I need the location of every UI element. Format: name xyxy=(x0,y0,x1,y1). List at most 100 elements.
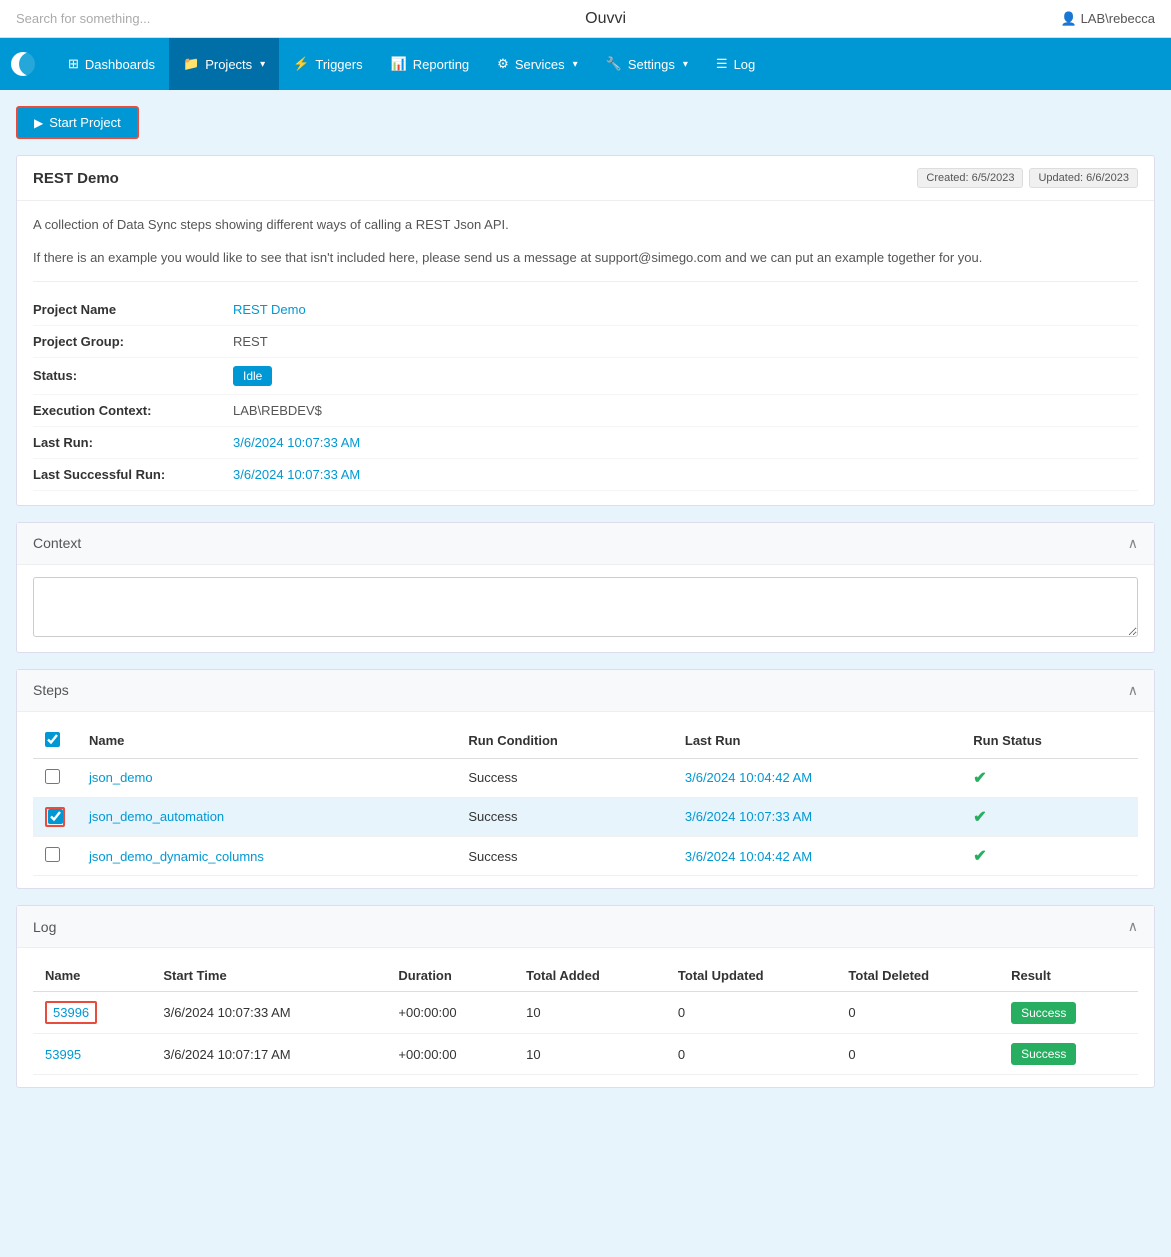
col-last-run: Last Run xyxy=(673,724,961,759)
chevron-down-icon-services: ▾ xyxy=(573,59,578,70)
context-section-header[interactable]: Context ∧ xyxy=(17,523,1154,565)
folder-icon: 📁 xyxy=(183,56,199,72)
project-badges: Created: 6/5/2023 Updated: 6/6/2023 xyxy=(917,168,1138,188)
log-row-1-total-deleted: 0 xyxy=(836,992,999,1034)
log-row-1-start-time: 3/6/2024 10:07:33 AM xyxy=(151,992,386,1034)
info-row-status: Status: Idle xyxy=(33,358,1138,395)
chart-icon: 📊 xyxy=(391,56,407,72)
log-row-2-duration: +00:00:00 xyxy=(386,1034,514,1075)
log-col-total-added: Total Added xyxy=(514,960,666,992)
nav-log[interactable]: ☰ Log xyxy=(702,38,769,90)
project-card-header: REST Demo Created: 6/5/2023 Updated: 6/6… xyxy=(17,156,1154,201)
log-col-start-time: Start Time xyxy=(151,960,386,992)
table-row: json_demo_dynamic_columns Success 3/6/20… xyxy=(33,837,1138,876)
steps-section: Steps ∧ Name Run Condition Last Run Run … xyxy=(16,669,1155,890)
search-input[interactable]: Search for something... xyxy=(16,11,150,26)
main-content: ▶ Start Project REST Demo Created: 6/5/2… xyxy=(0,90,1171,1120)
step-3-name[interactable]: json_demo_dynamic_columns xyxy=(77,837,456,876)
nav-projects[interactable]: 📁 Projects ▾ xyxy=(169,38,279,90)
steps-table: Name Run Condition Last Run Run Status j… xyxy=(33,724,1138,877)
log-row-1-duration: +00:00:00 xyxy=(386,992,514,1034)
project-title: REST Demo xyxy=(33,170,119,187)
updated-badge: Updated: 6/6/2023 xyxy=(1029,168,1138,188)
step-2-name[interactable]: json_demo_automation xyxy=(77,797,456,837)
last-successful-run-value[interactable]: 3/6/2024 10:07:33 AM xyxy=(233,467,360,482)
last-run-value[interactable]: 3/6/2024 10:07:33 AM xyxy=(233,435,360,450)
select-all-checkbox[interactable] xyxy=(45,732,60,747)
step-2-status: ✔ xyxy=(961,797,1138,837)
status-badge: Idle xyxy=(233,366,272,386)
log-chevron-up-icon: ∧ xyxy=(1128,918,1138,935)
step-2-run-condition: Success xyxy=(456,797,673,837)
nav-triggers[interactable]: ⚡ Triggers xyxy=(279,38,376,90)
step-3-status: ✔ xyxy=(961,837,1138,876)
check-icon: ✔ xyxy=(973,770,986,787)
start-project-button[interactable]: ▶ Start Project xyxy=(16,106,139,139)
log-row-2-total-deleted: 0 xyxy=(836,1034,999,1075)
steps-section-header[interactable]: Steps ∧ xyxy=(17,670,1154,712)
check-icon-2: ✔ xyxy=(973,809,986,826)
step-2-last-run[interactable]: 3/6/2024 10:07:33 AM xyxy=(673,797,961,837)
nav-settings[interactable]: 🔧 Settings ▾ xyxy=(592,38,702,90)
check-icon-3: ✔ xyxy=(973,848,986,865)
step-2-checkbox-highlighted[interactable] xyxy=(45,807,65,827)
table-row: json_demo_automation Success 3/6/2024 10… xyxy=(33,797,1138,837)
log-col-name: Name xyxy=(33,960,151,992)
log-row-2-result: Success xyxy=(999,1034,1138,1075)
log-section-body: Name Start Time Duration Total Added Tot… xyxy=(17,948,1154,1087)
list-icon: ☰ xyxy=(716,56,728,72)
col-checkbox xyxy=(33,724,77,759)
play-icon: ▶ xyxy=(34,116,43,130)
info-row-project-group: Project Group: REST xyxy=(33,326,1138,358)
context-section-body xyxy=(17,565,1154,652)
app-title: Ouvvi xyxy=(585,10,626,28)
result-success-badge: Success xyxy=(1011,1002,1076,1024)
info-row-project-name: Project Name REST Demo xyxy=(33,294,1138,326)
log-row-1-total-updated: 0 xyxy=(666,992,836,1034)
log-section: Log ∧ Name Start Time Duration Total Add… xyxy=(16,905,1155,1088)
info-row-last-successful-run: Last Successful Run: 3/6/2024 10:07:33 A… xyxy=(33,459,1138,491)
log-row-1-id[interactable]: 53996 xyxy=(33,992,151,1034)
step-3-last-run[interactable]: 3/6/2024 10:04:42 AM xyxy=(673,837,961,876)
step-1-last-run[interactable]: 3/6/2024 10:04:42 AM xyxy=(673,758,961,797)
step-3-run-condition: Success xyxy=(456,837,673,876)
log-section-header[interactable]: Log ∧ xyxy=(17,906,1154,948)
project-group-value: REST xyxy=(233,334,268,349)
nav-services[interactable]: ⚙ Services ▾ xyxy=(483,38,592,90)
nav-bar: ⊞ Dashboards 📁 Projects ▾ ⚡ Triggers 📊 R… xyxy=(0,38,1171,90)
log-row-2-start-time: 3/6/2024 10:07:17 AM xyxy=(151,1034,386,1075)
nav-dashboards[interactable]: ⊞ Dashboards xyxy=(54,38,169,90)
log-col-duration: Duration xyxy=(386,960,514,992)
chevron-down-icon-settings: ▾ xyxy=(683,59,688,70)
step-3-checkbox[interactable] xyxy=(45,847,60,862)
project-description-2: If there is an example you would like to… xyxy=(33,248,1138,269)
steps-section-body: Name Run Condition Last Run Run Status j… xyxy=(17,712,1154,889)
log-row-1-total-added: 10 xyxy=(514,992,666,1034)
grid-icon: ⊞ xyxy=(68,56,79,72)
context-section: Context ∧ xyxy=(16,522,1155,653)
log-col-result: Result xyxy=(999,960,1138,992)
context-section-title: Context xyxy=(33,535,81,551)
step-1-checkbox[interactable] xyxy=(45,769,60,784)
log-col-total-deleted: Total Deleted xyxy=(836,960,999,992)
log-row: 53996 3/6/2024 10:07:33 AM +00:00:00 10 … xyxy=(33,992,1138,1034)
col-run-status: Run Status xyxy=(961,724,1138,759)
step-2-checkbox[interactable] xyxy=(48,809,63,824)
steps-chevron-up-icon: ∧ xyxy=(1128,682,1138,699)
chevron-down-icon: ▾ xyxy=(260,59,265,70)
context-textarea[interactable] xyxy=(33,577,1138,637)
log-row-1-result: Success xyxy=(999,992,1138,1034)
app-logo[interactable] xyxy=(8,45,46,83)
info-row-execution-context: Execution Context: LAB\REBDEV$ xyxy=(33,395,1138,427)
nav-reporting[interactable]: 📊 Reporting xyxy=(377,38,484,90)
step-1-status: ✔ xyxy=(961,758,1138,797)
log-id-highlighted[interactable]: 53996 xyxy=(45,1001,97,1024)
project-name-value[interactable]: REST Demo xyxy=(233,302,306,317)
info-row-last-run: Last Run: 3/6/2024 10:07:33 AM xyxy=(33,427,1138,459)
log-row-2-total-added: 10 xyxy=(514,1034,666,1075)
steps-section-title: Steps xyxy=(33,682,69,698)
step-1-name[interactable]: json_demo xyxy=(77,758,456,797)
col-run-condition: Run Condition xyxy=(456,724,673,759)
top-bar: Search for something... Ouvvi 👤 LAB\rebe… xyxy=(0,0,1171,38)
log-row-2-id[interactable]: 53995 xyxy=(33,1034,151,1075)
